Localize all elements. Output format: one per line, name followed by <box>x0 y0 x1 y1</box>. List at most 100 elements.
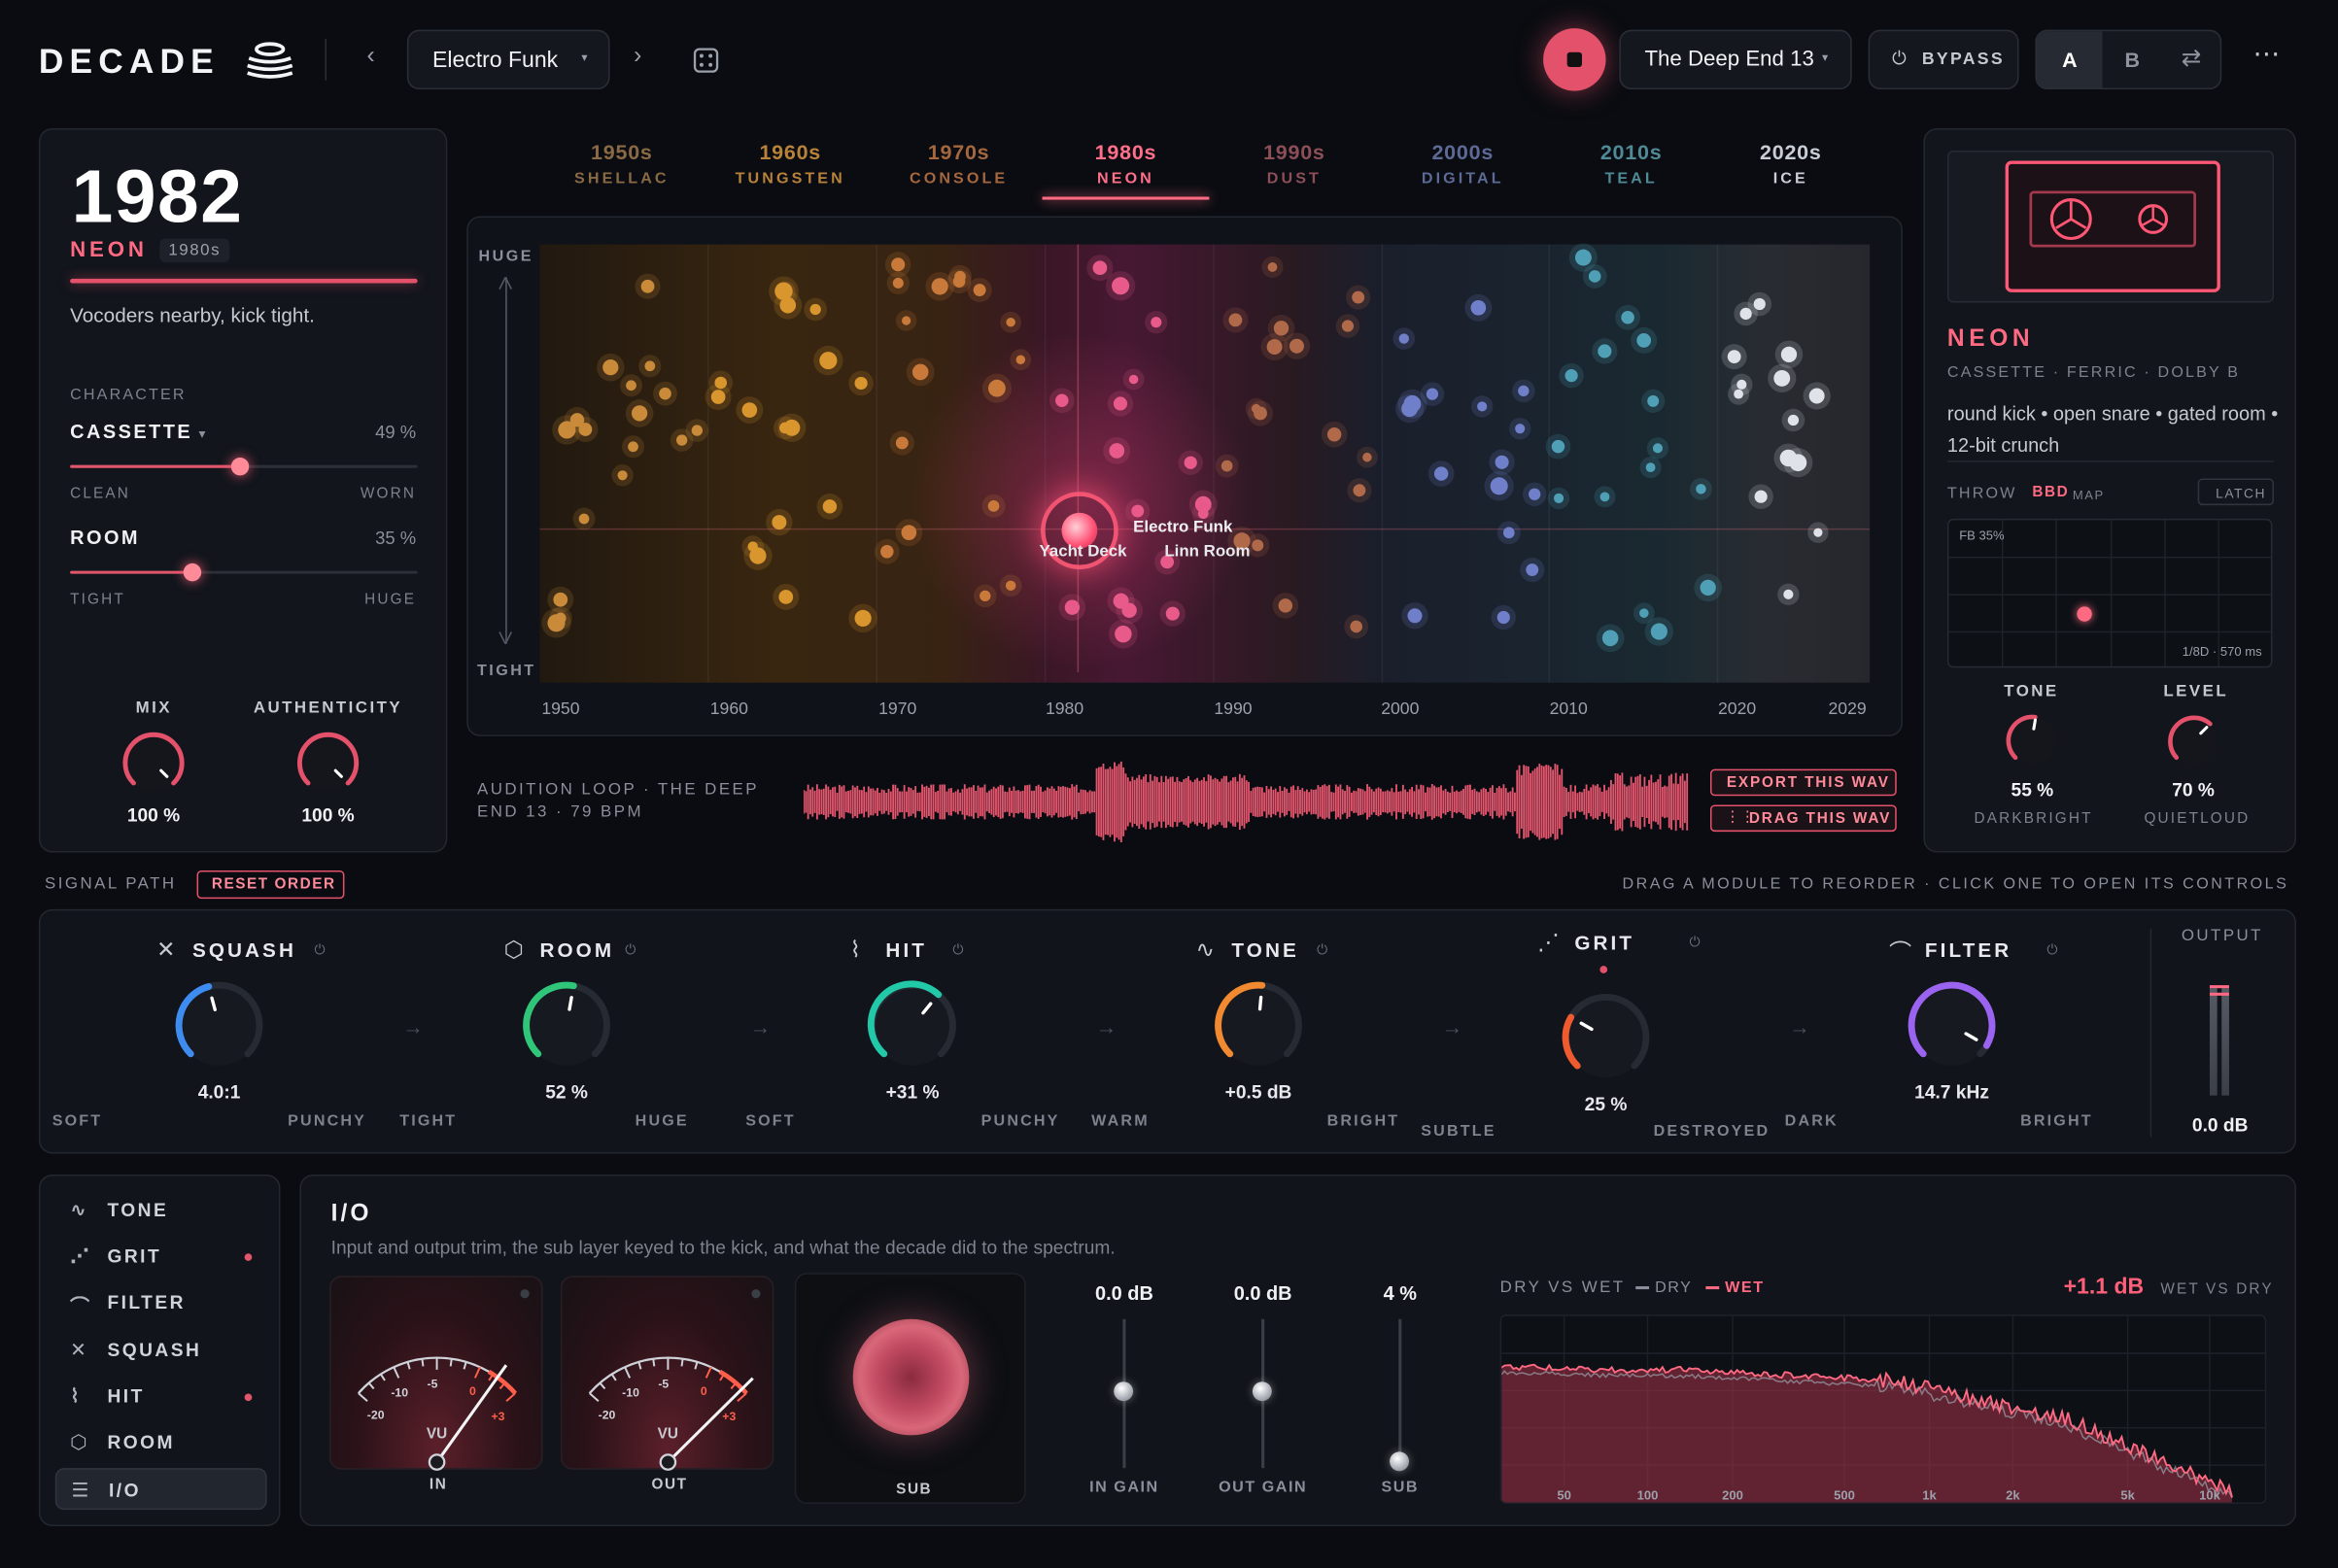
preset-orb[interactable] <box>1639 608 1649 618</box>
preset-orb[interactable] <box>659 387 671 400</box>
preset-orb[interactable] <box>1184 456 1197 469</box>
preset-orb[interactable] <box>854 376 868 391</box>
throw-pad[interactable]: FB 35% 1/8D · 570 ms <box>1946 518 2273 668</box>
preset-orb[interactable] <box>1574 249 1592 266</box>
preset-orb[interactable] <box>772 515 787 530</box>
preset-orb[interactable] <box>1353 484 1366 497</box>
throw-pad-handle[interactable] <box>2077 606 2092 622</box>
preset-orb[interactable] <box>1289 338 1304 354</box>
sidebar-item-squash[interactable]: ✕ SQUASH <box>55 1329 267 1371</box>
preset-orb[interactable] <box>931 278 948 295</box>
preset-orb[interactable] <box>1813 528 1823 537</box>
preset-orb[interactable] <box>1267 262 1278 272</box>
preset-orb[interactable] <box>1131 504 1145 518</box>
preset-orb[interactable] <box>1407 608 1423 624</box>
preset-orb[interactable] <box>779 296 797 314</box>
preset-orb[interactable] <box>911 363 929 381</box>
preset-orb[interactable] <box>1495 455 1509 469</box>
preset-orb[interactable] <box>640 279 655 293</box>
era-tab-1970s[interactable]: 1970s CONSOLE <box>876 140 1043 187</box>
preset-orb[interactable] <box>569 413 585 427</box>
preset-orb[interactable] <box>1251 403 1261 414</box>
module-power-icon[interactable]: ⏻ <box>2046 942 2057 959</box>
preset-orb[interactable] <box>631 405 648 422</box>
preset-orb[interactable] <box>1055 393 1069 407</box>
authenticity-knob[interactable] <box>291 726 365 801</box>
preset-orb[interactable] <box>1113 396 1128 411</box>
sub-track[interactable] <box>1398 1318 1402 1469</box>
sub-fader[interactable] <box>1390 1451 1410 1472</box>
preset-orb[interactable] <box>1696 484 1706 494</box>
preset-orb[interactable] <box>1398 333 1410 344</box>
era-tab-1990s[interactable]: 1990s DUST <box>1211 140 1378 187</box>
preset-orb[interactable] <box>1599 492 1610 502</box>
module-knob[interactable] <box>1206 973 1310 1077</box>
preset-orb[interactable] <box>1092 260 1108 276</box>
reset-order-button[interactable]: RESET ORDER <box>196 869 345 900</box>
preset-orb[interactable] <box>980 590 991 602</box>
map-tab[interactable]: MAP <box>2073 488 2105 502</box>
preset-orb[interactable] <box>1490 477 1508 495</box>
module-knob[interactable] <box>1900 973 2004 1077</box>
preset-orb[interactable] <box>1588 270 1601 283</box>
sidebar-item-hit[interactable]: ⌇ HIT <box>55 1376 267 1417</box>
preset-orb[interactable] <box>778 590 794 604</box>
preset-orb[interactable] <box>1754 490 1768 503</box>
module-power-icon[interactable]: ⏻ <box>952 942 963 959</box>
audition-waveform[interactable] <box>804 760 1689 843</box>
preset-orb[interactable] <box>1502 527 1515 539</box>
preset-orb[interactable] <box>1553 493 1564 503</box>
swap-icon[interactable]: ⇄ <box>2182 43 2202 73</box>
sidebar-item-room[interactable]: ⬡ ROOM <box>55 1422 267 1464</box>
mix-knob[interactable] <box>117 726 191 801</box>
preset-orb[interactable] <box>1151 317 1162 328</box>
preset-orb[interactable] <box>676 434 688 446</box>
preset-orb[interactable] <box>895 436 909 450</box>
character-value[interactable]: CASSETTE ▾ <box>70 421 208 443</box>
a-button[interactable]: A <box>2036 31 2103 88</box>
preset-orb[interactable] <box>644 360 656 372</box>
preset-orb[interactable] <box>891 257 906 272</box>
preset-orb[interactable] <box>1652 443 1664 454</box>
preset-orb[interactable] <box>1518 385 1530 397</box>
preset-orb[interactable] <box>1221 460 1233 472</box>
preset-orb[interactable] <box>1645 462 1656 473</box>
preset-orb[interactable] <box>1564 369 1578 383</box>
preset-orb[interactable] <box>1278 598 1293 613</box>
loop-selector[interactable]: The Deep End 13 ▾ <box>1619 29 1852 90</box>
preset-orb[interactable] <box>578 513 590 525</box>
preset-orb[interactable] <box>1109 443 1125 459</box>
preset-orb[interactable] <box>1601 630 1619 647</box>
module-filter[interactable]: ⌒ FILTER ⏻ 14.7 kHz DARK BRIGHT <box>1785 910 2101 1155</box>
dice-icon[interactable] <box>693 48 719 73</box>
preset-orb[interactable] <box>1015 355 1026 364</box>
preset-orb[interactable] <box>1700 579 1716 597</box>
preset-orb[interactable] <box>988 379 1006 397</box>
preset-orb[interactable] <box>1780 346 1798 362</box>
right-tone-knob[interactable] <box>2000 708 2066 774</box>
preset-orb[interactable] <box>1350 620 1362 633</box>
preset-orb[interactable] <box>901 525 917 540</box>
preset-orb[interactable] <box>1773 369 1791 387</box>
right-level-knob[interactable] <box>2160 708 2226 774</box>
preset-orb[interactable] <box>819 352 838 370</box>
module-knob[interactable] <box>167 973 271 1077</box>
b-button[interactable]: B <box>2103 31 2165 87</box>
preset-orb[interactable] <box>1736 379 1747 390</box>
preset-orb[interactable] <box>1551 439 1565 454</box>
latch-button[interactable]: LATCH <box>2197 478 2274 506</box>
module-power-icon[interactable]: ⏻ <box>625 942 636 959</box>
module-knob[interactable] <box>514 973 618 1077</box>
preset-orb[interactable] <box>809 303 821 316</box>
preset-orb[interactable] <box>1064 599 1081 615</box>
preset-orb[interactable] <box>779 422 791 434</box>
preset-orb[interactable] <box>987 500 1000 512</box>
preset-orb[interactable] <box>1005 580 1016 592</box>
preset-orb[interactable] <box>902 316 911 325</box>
preset-orb[interactable] <box>1621 311 1634 324</box>
sidebar-item-tone[interactable]: ∿ TONE <box>55 1189 267 1231</box>
preset-orb[interactable] <box>602 359 619 376</box>
in-gain-fader[interactable] <box>1114 1381 1134 1402</box>
preset-selector[interactable]: Electro Funk ▾ <box>406 29 610 90</box>
preset-orb[interactable] <box>1808 388 1825 404</box>
